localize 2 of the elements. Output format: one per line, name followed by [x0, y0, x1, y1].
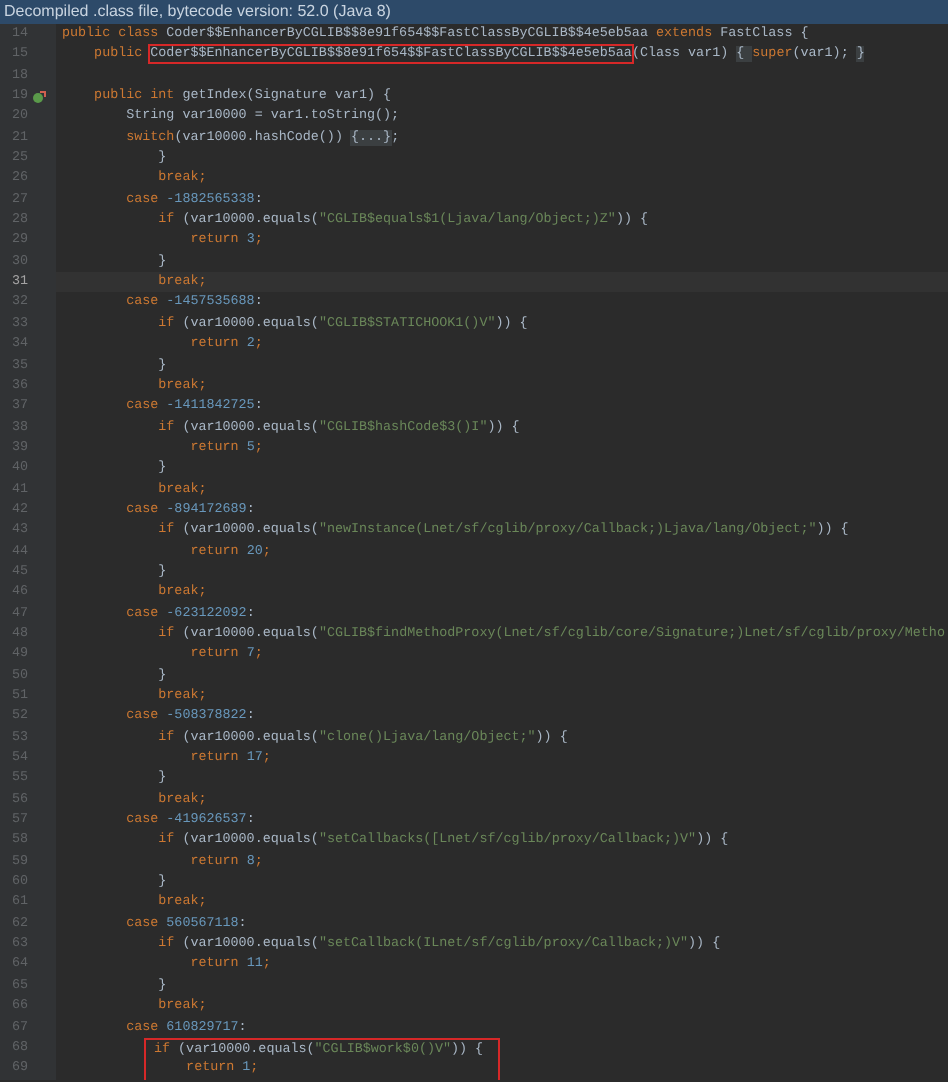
- decompiled-banner: Decompiled .class file, bytecode version: 52.0 (Java 8): [0, 0, 948, 24]
- override-marker-icon[interactable]: [32, 90, 46, 105]
